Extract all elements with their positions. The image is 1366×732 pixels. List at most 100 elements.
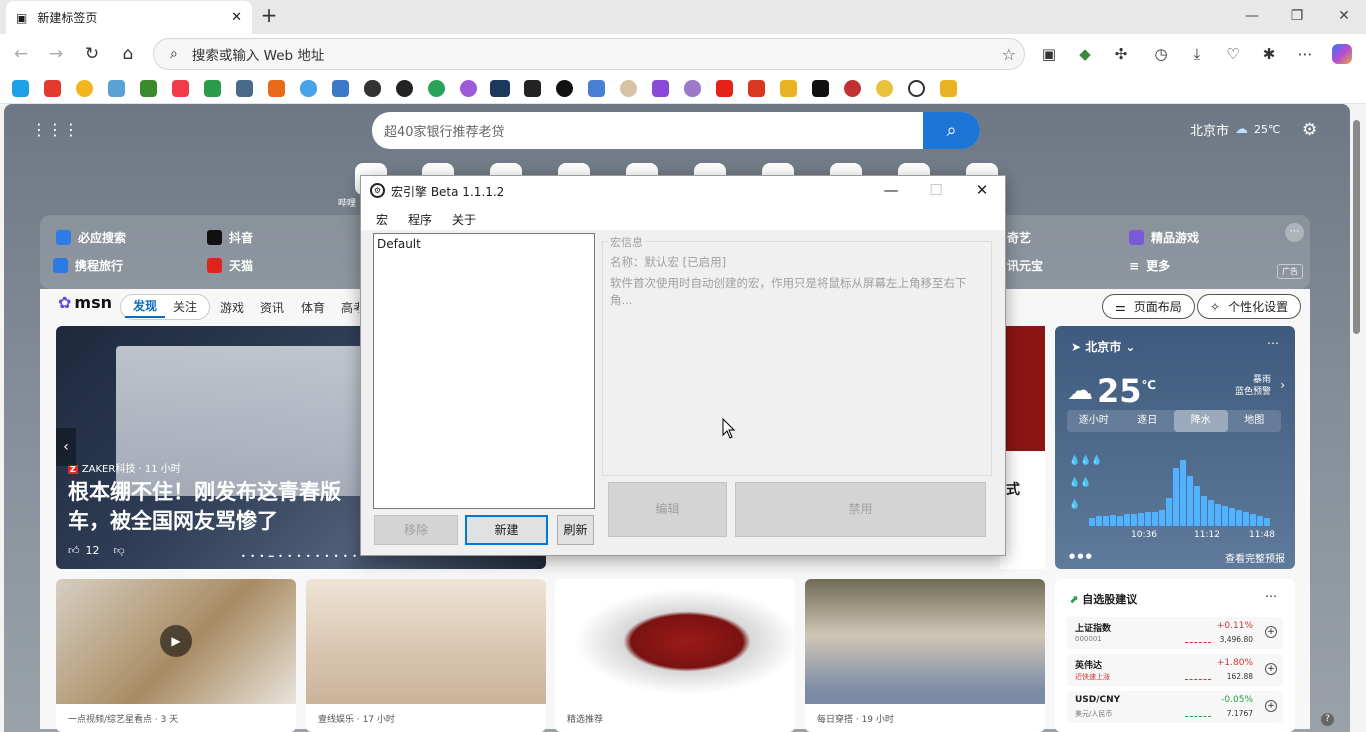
stripe-bookmark-icon[interactable] [268,80,285,97]
search-button[interactable]: ⌕ [923,112,980,149]
tab-sports[interactable]: 体育 [301,299,325,316]
carousel-dots[interactable]: • • • ━ • • • • • • • • • [241,552,358,561]
menu-about[interactable]: 关于 [452,211,476,228]
app-extension-icon[interactable]: ▣ [1039,44,1059,64]
globe-bookmark-icon[interactable] [908,80,925,97]
msn-logo[interactable]: ✿ msn [58,293,112,312]
news-card[interactable]: 式 [1000,326,1045,569]
avatar-bookmark-icon[interactable] [620,80,637,97]
tiktok-bookmark-icon[interactable] [812,80,829,97]
help-icon[interactable]: ? [1321,713,1334,726]
weibo-bookmark-icon[interactable] [44,80,61,97]
ico-bookmark-icon[interactable] [490,80,510,97]
png-bookmark-icon[interactable] [748,80,765,97]
tab-follow[interactable]: 关注 [165,295,205,319]
back-button[interactable]: ← [10,43,32,65]
forward-button[interactable]: → [45,43,67,65]
stock-row[interactable]: USD/CNY 美元/人民币 -0.05% 7.1767 + [1067,691,1283,723]
history-icon[interactable]: ◷ [1151,44,1171,64]
app-launcher-icon[interactable]: ⋮⋮⋮ [31,122,79,140]
twitch-bookmark-icon[interactable] [652,80,669,97]
carousel-prev-button[interactable]: ‹ [56,428,76,466]
quick-link-douyin[interactable]: 抖音 [207,229,253,246]
performance-heart-icon[interactable]: ♡ [1223,44,1243,64]
tab-news[interactable]: 资讯 [260,299,284,316]
extension-star-icon[interactable]: ✱ [1259,44,1279,64]
web-search-box[interactable]: 超40家银行推荐老贷 ⌕ [372,112,980,149]
youtube-bookmark-icon[interactable] [716,80,733,97]
play-video-icon[interactable]: ▶ [160,625,192,657]
favorite-star-icon[interactable]: ☆ [1002,45,1016,64]
add-stock-icon[interactable]: + [1265,663,1277,675]
copilot-icon[interactable] [1332,44,1352,64]
dialog-close-button[interactable]: ✕ [972,181,992,199]
page-layout-button[interactable]: ⚌ 页面布局 [1102,294,1195,319]
personalize-button[interactable]: ✧ 个性化设置 [1197,294,1302,319]
123-bookmark-icon[interactable] [332,80,349,97]
music-bookmark-icon[interactable] [172,80,189,97]
link-bookmark-icon[interactable] [588,80,605,97]
dialog-minimize-button[interactable]: — [881,181,901,199]
hero-like-button[interactable]: 👍︎ 12 👎︎ [68,544,125,557]
extension-icon[interactable]: ◆ [1075,44,1095,64]
page-scrollbar-thumb[interactable] [1353,120,1360,334]
menu-macro[interactable]: 宏 [376,211,388,228]
quick-link-bing[interactable]: 必应搜索 [56,229,126,246]
close-tab-icon[interactable]: ✕ [231,10,242,25]
tab-hourly[interactable]: 逐小时 [1067,410,1121,432]
stack-bookmark-icon[interactable] [524,80,541,97]
tab-precipitation[interactable]: 降水 [1174,410,1228,432]
cloud-bookmark-icon[interactable] [300,80,317,97]
weather-widget[interactable]: 北京市 ☁ 25℃ [1190,120,1280,139]
quick-link-iqiyi[interactable]: 奇艺 [1007,229,1031,246]
thumbs-down-icon[interactable]: 👎︎ [114,544,125,557]
cube-bookmark-icon[interactable] [236,80,253,97]
page-settings-icon[interactable]: ⚙ [1302,120,1317,140]
tab-new-tab[interactable]: ▣ 新建标签页 ✕ [6,1,252,34]
stocks-more-icon[interactable]: ⋯ [1265,589,1277,603]
chrome-bookmark-icon[interactable] [76,80,93,97]
stock-row[interactable]: 上证指数 000001 +0.11% 3,496.80 + [1067,617,1283,649]
refresh-button[interactable]: ↻ [81,43,103,65]
new-macro-button[interactable]: 新建 [465,515,548,545]
yellow-bookmark-icon[interactable] [876,80,893,97]
extensions-puzzle-icon[interactable]: ✣ [1111,44,1131,64]
news-card[interactable]: 精选推荐 [555,579,795,732]
home-button[interactable]: ⌂ [117,43,139,65]
bilibili-bookmark-icon[interactable] [12,80,29,97]
purple-bookmark-icon[interactable] [460,80,477,97]
news-card[interactable]: ▶ 一点视频/综艺星看点 · 3 天 [56,579,296,732]
weather-more-icon[interactable]: ⋯ [1267,336,1279,350]
e-bookmark-icon[interactable] [396,80,413,97]
new-tab-button[interactable]: + [258,5,280,27]
tab-discover[interactable]: 发现 [125,296,166,318]
tab-gaokao[interactable]: 高考 [341,299,359,316]
weather-card[interactable]: ➤ 北京市 ⌄ ⋯ ☁ 25 ℃ 暴雨 蓝色预警 › 逐小时 逐日 降水 地图 💧💧💧… [1055,326,1295,569]
macro-list[interactable]: Default [373,233,595,509]
stock-row[interactable]: 英伟达 近快速上涨 +1.80% 162.88 + [1067,654,1283,686]
green-circle-bookmark-icon[interactable] [428,80,445,97]
tab-map[interactable]: 地图 [1228,410,1282,432]
red-circle-bookmark-icon[interactable] [844,80,861,97]
close-window-button[interactable]: ✕ [1334,8,1354,24]
mc-bookmark-icon[interactable] [108,80,125,97]
news-card[interactable]: 壹线娱乐 · 17 小时 [306,579,546,732]
full-forecast-link[interactable]: 查看完整预报 [1225,550,1285,565]
minimize-button[interactable]: — [1242,8,1262,24]
more-menu-icon[interactable]: ⋯ [1295,44,1315,64]
cloud-outline-bookmark-icon[interactable] [364,80,381,97]
minecraft-bookmark-icon[interactable] [140,80,157,97]
figure-bookmark-icon[interactable] [780,80,797,97]
quick-link-more[interactable]: ≡ 更多 [1129,257,1170,274]
menu-program[interactable]: 程序 [408,211,432,228]
cloud-purple-bookmark-icon[interactable] [684,80,701,97]
news-card[interactable]: 每日穿搭 · 19 小时 [805,579,1045,732]
macro-list-item[interactable]: Default [374,234,594,254]
quick-link-tmall[interactable]: 天猫 [207,257,253,274]
refresh-list-button[interactable]: 刷新 [557,515,594,545]
chevron-right-icon[interactable]: › [1280,378,1285,392]
weather-alert[interactable]: 暴雨 蓝色预警 [1235,374,1271,398]
address-bar[interactable]: ⌕ 搜索或输入 Web 地址 ☆ [153,38,1025,70]
restore-button[interactable]: ❐ [1287,8,1307,24]
music-note-bookmark-icon[interactable] [204,80,221,97]
